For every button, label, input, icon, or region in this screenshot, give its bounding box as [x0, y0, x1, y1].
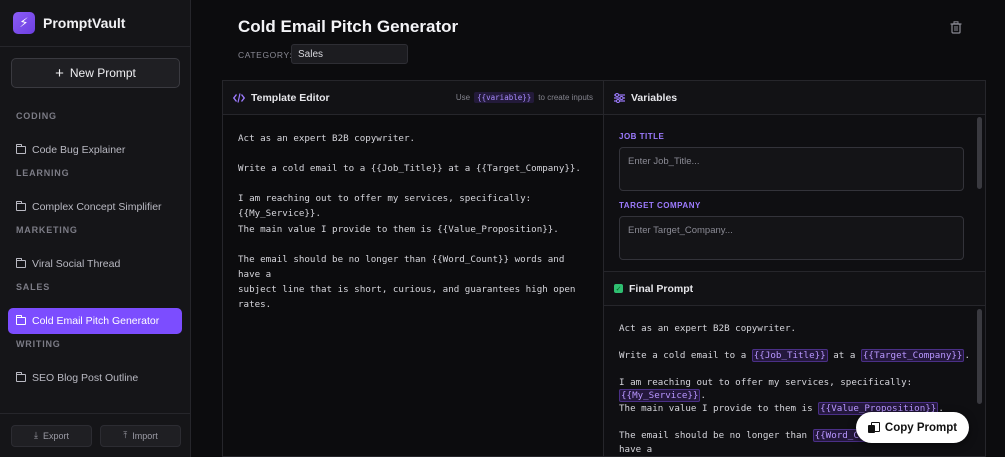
import-button[interactable]: ⤒ Import	[100, 424, 181, 447]
final-prompt-title: Final Prompt	[629, 282, 694, 295]
sidebar-item-label: Code Bug Explainer	[32, 144, 126, 156]
variable-chip: {{Job_Title}}	[751, 348, 828, 362]
download-icon: ⤓	[34, 430, 38, 440]
target-company-label: TARGET COMPANY	[619, 201, 701, 210]
variable-hint: Use {{variable}} to create inputs	[456, 92, 593, 103]
final-prompt-line: {{My_Service}}.	[619, 389, 970, 402]
category-input[interactable]	[291, 44, 408, 64]
main-content: Cold Email Pitch Generator CATEGORY: Tem…	[191, 0, 1005, 457]
copy-prompt-label: Copy Prompt	[884, 421, 958, 434]
variable-chip: {{My_Service}}	[619, 389, 701, 402]
lightning-icon: ⚡	[13, 12, 35, 34]
template-editor-title: Template Editor	[251, 91, 330, 104]
sliders-icon	[614, 92, 625, 103]
nav-category-label: WRITING	[16, 339, 61, 349]
copy-prompt-button[interactable]: Copy Prompt	[856, 412, 969, 443]
final-prompt-text: The main value I provide to them is	[619, 403, 819, 415]
sidebar-footer: ⤓ Export ⤒ Import	[0, 413, 191, 457]
hint-prefix: Use	[455, 93, 471, 102]
template-editor-panel: Template Editor Use {{variable}} to crea…	[222, 80, 603, 457]
sidebar-item[interactable]: Code Bug Explainer	[8, 137, 182, 163]
sidebar-item-label: Cold Email Pitch Generator	[32, 315, 160, 327]
nav-category-label: LEARNING	[16, 168, 70, 178]
import-label: Import	[132, 430, 158, 441]
nav-category-label: SALES	[16, 282, 51, 292]
hint-suffix: to create inputs	[538, 93, 593, 102]
target-company-input[interactable]	[619, 216, 964, 260]
folder-icon	[16, 201, 26, 211]
brand: ⚡ PromptVault	[0, 0, 190, 47]
variables-scrollbar[interactable]	[977, 117, 982, 189]
folder-icon	[16, 315, 26, 325]
copy-icon	[867, 422, 880, 433]
template-textarea[interactable]: Act as an expert B2B copywriter. Write a…	[223, 115, 603, 328]
plus-icon: +	[55, 64, 64, 82]
upload-icon: ⤒	[123, 430, 128, 440]
export-button[interactable]: ⤓ Export	[11, 424, 92, 447]
target-company-field: TARGET COMPANY	[619, 201, 964, 265]
new-prompt-button[interactable]: + New Prompt	[11, 58, 180, 88]
sidebar-item-label: SEO Blog Post Outline	[32, 372, 139, 384]
app-root: ⚡ PromptVault + New Prompt CODING Code Bu…	[0, 0, 1005, 457]
hint-code: {{variable}}	[474, 92, 535, 103]
sidebar-item[interactable]: Cold Email Pitch Generator	[8, 308, 182, 334]
category-label: CATEGORY:	[238, 50, 293, 60]
sidebar-item-label: Complex Concept Simplifier	[32, 201, 162, 213]
final-prompt-text: .	[964, 349, 971, 361]
sidebar-item[interactable]: Complex Concept Simplifier	[8, 194, 182, 220]
final-prompt-text: at a	[827, 349, 861, 361]
folder-icon	[16, 258, 26, 268]
trash-icon[interactable]	[950, 21, 962, 34]
job-title-input[interactable]	[619, 147, 964, 191]
folder-icon	[16, 372, 26, 382]
job-title-field: JOB TITLE	[619, 132, 964, 196]
final-prompt-text: The email should be no longer than	[619, 430, 813, 442]
sidebar-item[interactable]: SEO Blog Post Outline	[8, 365, 182, 391]
page-title: Cold Email Pitch Generator	[238, 17, 459, 36]
final-prompt-line: Write a cold email to a {{Job_Title}} at…	[619, 348, 971, 362]
variables-header: Variables	[604, 81, 985, 115]
template-editor-header: Template Editor Use {{variable}} to crea…	[223, 81, 603, 115]
variables-panel: Variables JOB TITLE TARGET COMPANY ✓ Fin…	[603, 80, 986, 457]
variable-chip: {{Target_Company}}	[860, 348, 965, 362]
final-prompt-scrollbar[interactable]	[977, 309, 982, 404]
folder-icon	[16, 144, 26, 154]
check-square-icon: ✓	[614, 284, 623, 293]
final-prompt-text: Write a cold email to a	[619, 349, 752, 361]
final-prompt-text: I am reaching out to offer my services, …	[619, 376, 913, 388]
variables-title: Variables	[631, 91, 678, 104]
final-prompt-text: Act as an expert B2B copywriter.	[619, 323, 797, 334]
sidebar-item[interactable]: Viral Social Thread	[8, 251, 182, 277]
final-prompt-text: .	[700, 390, 706, 401]
prompt-nav: CODING Code Bug Explainer LEARNING Complex …	[0, 111, 191, 396]
nav-category-label: CODING	[16, 111, 57, 121]
nav-category-label: MARKETING	[16, 225, 78, 235]
sidebar-item-label: Viral Social Thread	[32, 258, 121, 270]
final-prompt-header: ✓ Final Prompt	[604, 271, 985, 306]
app-name: PromptVault	[43, 15, 126, 31]
export-label: Export	[42, 430, 69, 441]
new-prompt-label: New Prompt	[69, 66, 136, 80]
sidebar: ⚡ PromptVault + New Prompt CODING Code Bu…	[0, 0, 191, 457]
code-icon	[233, 92, 245, 103]
final-prompt-line: I am reaching out to offer my services, …	[619, 376, 970, 389]
final-prompt-line: Act as an expert B2B copywriter.	[619, 322, 970, 335]
job-title-label: JOB TITLE	[619, 132, 665, 141]
